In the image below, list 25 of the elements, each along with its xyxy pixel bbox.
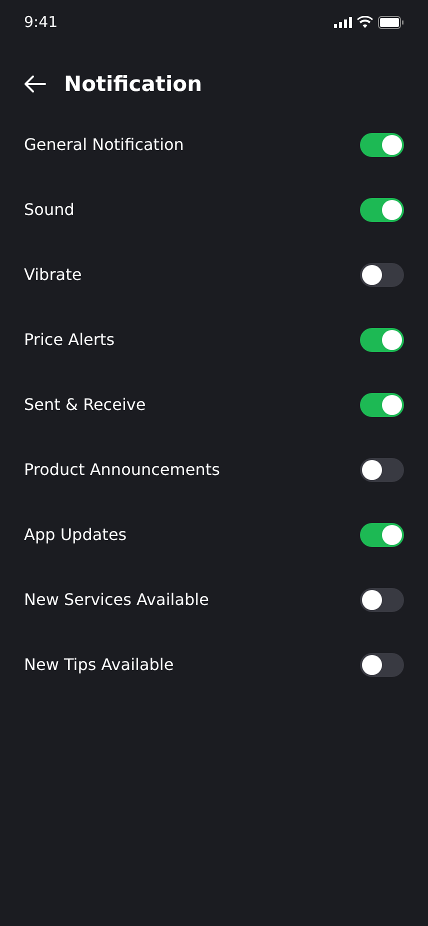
setting-label: Price Alerts [24,330,115,349]
toggle-switch[interactable] [360,522,404,546]
battery-icon [378,16,404,28]
setting-label: New Services Available [24,590,209,609]
setting-label: App Updates [24,525,127,544]
toggle-switch[interactable] [360,132,404,156]
toggle-switch[interactable] [360,328,404,352]
setting-label: New Tips Available [24,655,174,674]
toggle-switch[interactable] [360,198,404,222]
back-arrow-icon [24,75,46,93]
wifi-icon [357,16,373,28]
toggle-switch[interactable] [360,458,404,482]
toggle-switch[interactable] [360,588,404,612]
setting-label: Sent & Receive [24,395,146,414]
toggle-switch[interactable] [360,262,404,286]
setting-label: Product Announcements [24,460,220,479]
status-time: 9:41 [24,13,58,31]
page-title: Notification [64,72,202,96]
setting-label: Vibrate [24,265,82,284]
setting-label: General Notification [24,135,184,154]
back-button[interactable] [24,75,46,93]
toggle-switch[interactable] [360,392,404,416]
toggle-switch[interactable] [360,652,404,676]
setting-label: Sound [24,200,74,219]
signal-icon [334,16,352,28]
